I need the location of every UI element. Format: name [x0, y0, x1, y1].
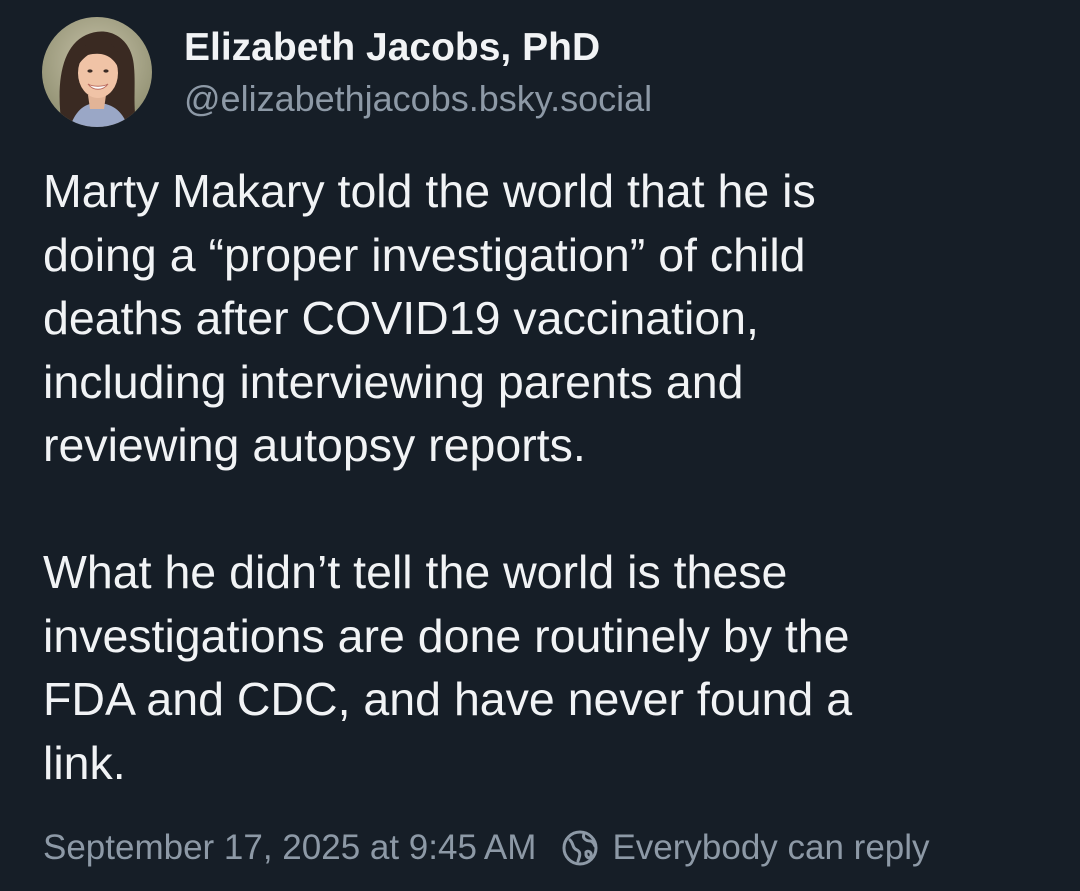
- post-footer: September 17, 2025 at 9:45 AM Everybody …: [43, 824, 930, 872]
- post-paragraph: Marty Makary told the world that he is d…: [43, 165, 816, 471]
- reply-setting[interactable]: Everybody can reply: [560, 828, 930, 868]
- author-info: Elizabeth Jacobs, PhD @elizabethjacobs.b…: [184, 24, 884, 122]
- avatar[interactable]: [42, 17, 152, 127]
- globe-icon: [560, 828, 600, 868]
- reply-setting-label: Everybody can reply: [612, 828, 930, 867]
- post-timestamp: September 17, 2025 at 9:45 AM: [43, 828, 537, 867]
- post-paragraph: What he didn’t tell the world is these i…: [43, 546, 853, 789]
- author-display-name[interactable]: Elizabeth Jacobs, PhD: [184, 24, 884, 72]
- author-handle[interactable]: @elizabethjacobs.bsky.social: [184, 76, 884, 122]
- post-header: Elizabeth Jacobs, PhD @elizabethjacobs.b…: [42, 16, 652, 128]
- post-text: Marty Makary told the world that he is d…: [43, 160, 1043, 795]
- avatar-image: [42, 17, 152, 127]
- post-card: Elizabeth Jacobs, PhD @elizabethjacobs.b…: [0, 0, 1080, 891]
